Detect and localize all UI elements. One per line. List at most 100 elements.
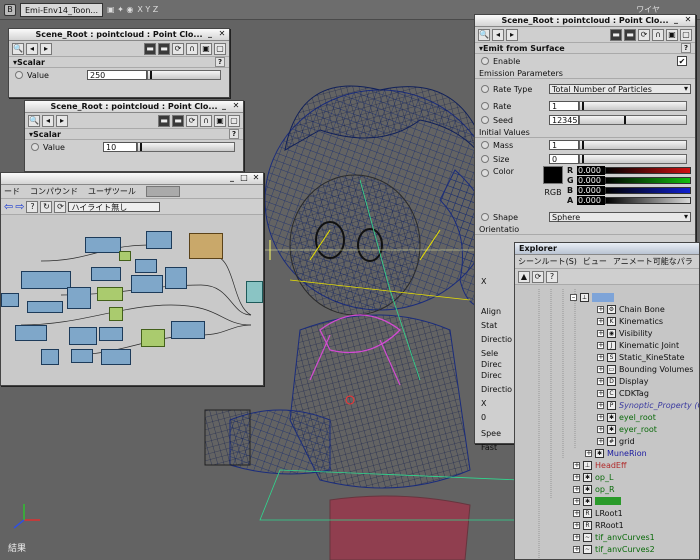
pin-icon[interactable]: ▣ (214, 114, 226, 127)
help-icon[interactable]: ? (681, 43, 691, 53)
tree-item[interactable]: + ✱ eyer_root (597, 423, 657, 435)
value-slider[interactable] (137, 142, 235, 152)
graph-node[interactable] (1, 293, 19, 307)
seed-slider[interactable] (579, 115, 687, 125)
graph-node[interactable] (71, 349, 93, 363)
refresh-icon[interactable]: ⟳ (186, 114, 198, 127)
panel-title-bar[interactable]: Scene_Root : pointcloud : Point Clo... _… (475, 15, 695, 27)
expand-toggle[interactable]: + (597, 353, 604, 361)
tree-item[interactable]: + D Display (597, 375, 649, 387)
expand-toggle[interactable]: + (573, 473, 580, 481)
menu-item-compound[interactable]: コンパウンド (30, 186, 78, 197)
value-slider[interactable] (147, 70, 221, 80)
graph-node[interactable] (171, 321, 205, 339)
help-icon[interactable]: ? (26, 200, 39, 213)
size-input[interactable]: 0 (549, 154, 579, 164)
graph-node[interactable] (119, 251, 131, 261)
graph-node[interactable] (189, 233, 223, 259)
back-icon[interactable]: ◂ (492, 28, 504, 41)
forward-icon[interactable]: ▸ (56, 114, 68, 127)
pin-icon[interactable]: ▣ (200, 42, 212, 55)
expand-toggle[interactable]: + (573, 521, 580, 529)
tree-item[interactable]: + ✱ (573, 495, 621, 507)
tree-parent-row[interactable]: – ⟂ (570, 291, 614, 303)
graph-node[interactable] (41, 349, 59, 365)
options-icon[interactable]: ▢ (214, 42, 226, 55)
expand-toggle[interactable]: + (597, 341, 604, 349)
graph-node[interactable] (101, 349, 131, 365)
channel-a-slider[interactable] (605, 197, 691, 204)
channel-b-value[interactable]: 0.000 (577, 186, 605, 195)
graph-node[interactable] (141, 329, 165, 347)
load-icon[interactable]: ▬ (158, 42, 170, 55)
close-icon[interactable]: ✕ (251, 173, 261, 183)
expand-toggle[interactable]: + (597, 317, 604, 325)
explorer-title-bar[interactable]: Explorer (515, 243, 699, 255)
seed-input[interactable]: 12345 (549, 115, 579, 125)
tree-item[interactable]: + ~ tif_anvCurves2 (573, 543, 655, 555)
tree-item[interactable]: + ✱ MuneRion (585, 447, 647, 459)
graph-node[interactable] (91, 267, 121, 281)
expand-toggle[interactable]: + (573, 545, 580, 553)
back-icon[interactable]: ◂ (26, 42, 38, 55)
channel-g-slider[interactable] (605, 177, 691, 184)
preset-icon[interactable]: ▬ (158, 114, 170, 127)
animation-icon[interactable] (481, 169, 489, 177)
tree-item[interactable]: + S Static_KineState (597, 351, 685, 363)
preset-icon[interactable]: ▬ (610, 28, 622, 41)
magnet-icon[interactable]: ∩ (652, 28, 664, 41)
menu-scene-root[interactable]: シーンルート(S) (518, 256, 577, 267)
tree-item[interactable]: + ▭ Bounding Volumes (597, 363, 693, 375)
graph-node[interactable] (85, 237, 121, 253)
tree-item[interactable]: + ~ tif_anvCurves1 (573, 531, 655, 543)
expand-toggle[interactable]: + (573, 485, 580, 493)
graph-node[interactable] (165, 267, 187, 289)
refresh-icon[interactable]: ⟳ (54, 200, 67, 213)
channel-b-slider[interactable] (605, 187, 691, 194)
panel-title-bar[interactable]: _ □ ✕ (1, 173, 263, 185)
rate-slider[interactable] (579, 101, 687, 111)
forward-icon[interactable]: ▸ (40, 42, 52, 55)
tree-item[interactable]: + ⚙ Chain Bone (597, 303, 665, 315)
help-icon[interactable]: ? (215, 57, 225, 67)
lock-icon[interactable]: 🔍 (12, 42, 24, 55)
rate-input[interactable]: 1 (549, 101, 579, 111)
lock-icon[interactable]: ▲ (518, 270, 530, 283)
close-icon[interactable]: ✕ (217, 29, 227, 39)
animation-icon[interactable] (481, 57, 489, 65)
magnet-icon[interactable]: ∩ (200, 114, 212, 127)
maximize-icon[interactable]: □ (239, 173, 249, 183)
tree-item[interactable]: + R LRoot1 (573, 507, 623, 519)
tree-item[interactable]: +PSynoptic_Property (Glob (597, 399, 699, 411)
panel-title-bar[interactable]: Scene_Root : pointcloud : Point Clo... _… (25, 101, 243, 113)
animation-icon[interactable] (481, 141, 489, 149)
expand-toggle[interactable]: + (573, 509, 580, 517)
expand-toggle[interactable]: + (597, 413, 604, 421)
scalar-section[interactable]: ▾ Scalar? (9, 57, 229, 68)
graph-node[interactable] (67, 287, 91, 309)
animation-icon[interactable] (31, 143, 39, 151)
graph-node[interactable] (146, 231, 172, 249)
load-icon[interactable]: ▬ (172, 114, 184, 127)
animation-icon[interactable] (481, 85, 489, 93)
rgb-mode-label[interactable]: RGB (544, 188, 561, 197)
node-graph-area[interactable] (1, 215, 263, 385)
animation-icon[interactable] (15, 71, 23, 79)
menu-animatable-params[interactable]: アニメート可能なパラ (613, 256, 693, 267)
tree-item[interactable]: + ✱ eyel_root (597, 411, 656, 423)
graph-node[interactable] (97, 287, 123, 301)
arrow-left-icon[interactable]: ⇦ (4, 200, 13, 213)
close-icon[interactable]: ✕ (231, 101, 241, 111)
animation-icon[interactable] (481, 155, 489, 163)
value-input[interactable]: 10 (103, 142, 137, 152)
animation-icon[interactable] (481, 116, 489, 124)
pin-icon[interactable]: ▣ (666, 28, 678, 41)
expand-toggle[interactable]: + (597, 401, 604, 409)
tree-item[interactable]: + K Kinematics (597, 315, 663, 327)
expand-toggle[interactable]: + (573, 497, 580, 505)
minimize-icon[interactable]: _ (671, 15, 681, 25)
close-icon[interactable]: ✕ (683, 15, 693, 25)
animation-icon[interactable] (481, 213, 489, 221)
help-icon[interactable]: ? (546, 270, 558, 283)
expand-toggle[interactable]: + (573, 461, 580, 469)
